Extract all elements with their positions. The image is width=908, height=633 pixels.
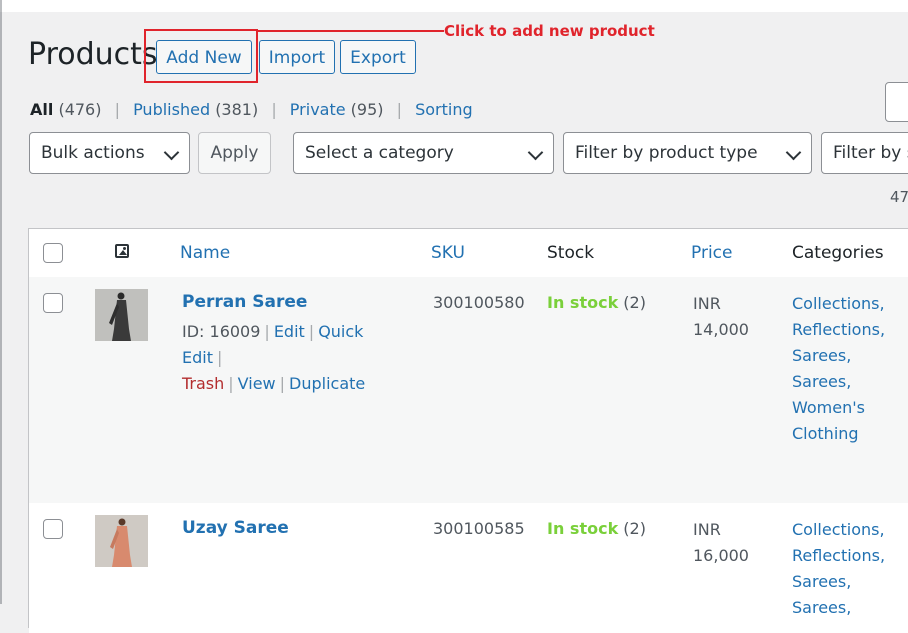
view-published-count: (381) xyxy=(215,100,259,119)
stock-count: (2) xyxy=(623,519,646,538)
separator: | xyxy=(396,100,402,119)
category-link[interactable]: Sarees, xyxy=(792,595,885,621)
price-amount: 16,000 xyxy=(693,546,749,565)
top-bar-strip xyxy=(0,0,908,12)
category-link[interactable]: Collections, xyxy=(792,517,885,543)
category-link[interactable]: Collections, xyxy=(792,291,885,317)
product-id: ID: 16009 xyxy=(182,322,261,341)
select-all-checkbox[interactable] xyxy=(43,243,63,263)
view-published[interactable]: Published xyxy=(133,100,210,119)
view-private[interactable]: Private xyxy=(290,100,346,119)
trash-link[interactable]: Trash xyxy=(182,374,224,393)
column-header-sku[interactable]: SKU xyxy=(431,243,465,263)
product-name-link[interactable]: Uzay Saree xyxy=(182,518,289,538)
products-table: Name SKU Stock Price Categories Perran S… xyxy=(28,228,908,633)
price-value: INR 16,000 xyxy=(693,517,749,569)
view-all-count: (476) xyxy=(58,100,102,119)
column-header-name[interactable]: Name xyxy=(180,243,230,263)
row-checkbox[interactable] xyxy=(43,293,63,313)
column-header-categories: Categories xyxy=(792,243,884,263)
price-currency: INR xyxy=(693,520,721,539)
view-all[interactable]: All xyxy=(30,100,53,119)
bulk-actions-label: Bulk actions xyxy=(41,143,145,163)
category-link[interactable]: Sarees, xyxy=(792,369,885,395)
annotation-highlight-box xyxy=(144,29,258,83)
product-name-link[interactable]: Perran Saree xyxy=(182,292,307,312)
image-icon xyxy=(115,244,129,258)
duplicate-link[interactable]: Duplicate xyxy=(289,374,365,393)
admin-menu-edge xyxy=(0,0,2,604)
annotation-text: Click to add new product xyxy=(444,22,655,40)
stock-status: In stock xyxy=(547,519,619,538)
stock-status-label: Filter by s xyxy=(833,143,908,163)
product-thumbnail[interactable] xyxy=(95,289,148,341)
edit-link[interactable]: Edit xyxy=(274,322,305,341)
stock-status: In stock xyxy=(547,293,619,312)
export-button[interactable]: Export xyxy=(340,40,416,74)
separator: | xyxy=(114,100,120,119)
apply-button[interactable]: Apply xyxy=(198,132,271,174)
category-link[interactable]: Reflections, xyxy=(792,543,885,569)
table-row: Perran Saree ID: 16009 | Edit | Quick Edit | … xyxy=(29,277,908,503)
annotation-arrow-line xyxy=(258,30,444,32)
category-link[interactable]: Reflections, xyxy=(792,317,885,343)
price-currency: INR xyxy=(693,294,721,313)
stock-status-select[interactable]: Filter by s xyxy=(821,132,908,174)
table-header: Name SKU Stock Price Categories xyxy=(29,229,908,278)
chevron-down-icon xyxy=(163,144,180,161)
category-label: Select a category xyxy=(305,143,454,163)
stock-value: In stock (2) xyxy=(547,519,646,538)
category-link[interactable]: Clothing xyxy=(792,421,885,447)
price-value: INR 14,000 xyxy=(693,291,749,343)
column-header-stock: Stock xyxy=(547,243,595,263)
price-amount: 14,000 xyxy=(693,320,749,339)
category-select[interactable]: Select a category xyxy=(293,132,554,174)
items-count: 47 xyxy=(890,188,908,206)
separator: | xyxy=(271,100,277,119)
search-input[interactable] xyxy=(885,82,908,122)
categories-list: Collections, Reflections, Sarees, Sarees… xyxy=(792,291,885,447)
chevron-down-icon xyxy=(785,144,802,161)
categories-list: Collections, Reflections, Sarees, Sarees… xyxy=(792,517,885,621)
table-row: Uzay Saree 300100585 In stock (2) INR 16… xyxy=(29,503,908,633)
page-title: Products xyxy=(28,37,158,72)
view-private-count: (95) xyxy=(350,100,384,119)
column-header-price[interactable]: Price xyxy=(691,243,732,263)
product-type-label: Filter by product type xyxy=(575,143,758,163)
row-checkbox[interactable] xyxy=(43,519,63,539)
category-link[interactable]: Women's xyxy=(792,395,885,421)
view-filters: All (476) | Published (381) | Private (9… xyxy=(30,100,473,119)
stock-count: (2) xyxy=(623,293,646,312)
product-type-select[interactable]: Filter by product type xyxy=(563,132,812,174)
category-link[interactable]: Sarees, xyxy=(792,569,885,595)
stock-value: In stock (2) xyxy=(547,293,646,312)
product-thumbnail[interactable] xyxy=(95,515,148,567)
sku-value: 300100585 xyxy=(433,519,525,538)
chevron-down-icon xyxy=(527,144,544,161)
bulk-actions-select[interactable]: Bulk actions xyxy=(29,132,190,174)
sku-value: 300100580 xyxy=(433,293,525,312)
row-actions: ID: 16009 | Edit | Quick Edit | Trash | View | Du… xyxy=(182,322,366,393)
view-sorting[interactable]: Sorting xyxy=(415,100,473,119)
import-button[interactable]: Import xyxy=(259,40,335,74)
view-link[interactable]: View xyxy=(238,374,276,393)
category-link[interactable]: Sarees, xyxy=(792,343,885,369)
